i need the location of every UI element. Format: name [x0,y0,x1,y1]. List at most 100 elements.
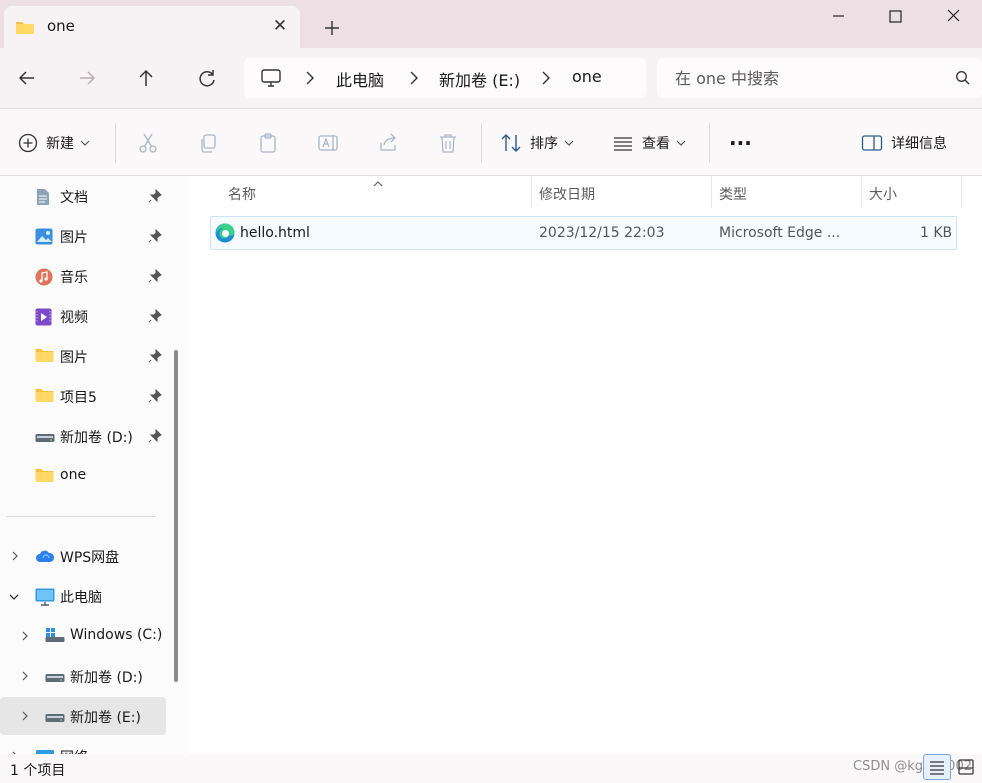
pin-icon[interactable] [148,228,162,247]
sort-icon [501,134,521,152]
nav-item-label: 此电脑 [60,590,102,606]
new-button[interactable]: 新建 [18,131,90,155]
maximize-button[interactable] [873,4,917,32]
column-divider[interactable] [861,176,862,208]
chevron-right-icon[interactable] [20,630,30,646]
nav-item-label: 新加卷 (D:) [60,430,133,446]
nav-item-network[interactable]: 网络 [0,737,166,754]
copy-icon[interactable] [196,131,220,155]
nav-item-drive-d-tree[interactable]: 新加卷 (D:) [0,657,166,695]
nav-item-windows-c[interactable]: Windows (C:) [0,617,166,655]
up-button[interactable] [131,64,161,92]
pin-icon[interactable] [148,308,162,327]
file-type: Microsoft Edge ... [719,225,841,241]
breadcrumb-this-pc[interactable]: 此电脑 [336,67,384,91]
nav-item-music[interactable]: 音乐 [0,257,166,295]
nav-item-label: Windows (C:) [70,627,163,643]
nav-item-label: 新加卷 (D:) [70,670,143,686]
chevron-right-icon[interactable] [20,670,30,686]
minimize-button[interactable] [816,4,860,32]
back-button[interactable] [12,64,42,92]
windows-drive-icon [45,627,65,647]
nav-item-drive-d[interactable]: 新加卷 (D:) [0,417,166,455]
cloud-icon [35,549,55,567]
computer-icon[interactable] [260,68,282,92]
column-header-size[interactable]: 大小 [869,184,897,204]
chevron-right-icon[interactable] [10,550,20,566]
folder-icon [15,19,35,39]
breadcrumb[interactable]: 此电脑 新加卷 (E:) one [244,58,646,98]
rename-icon[interactable] [316,131,340,155]
column-header-modified[interactable]: 修改日期 [539,184,595,204]
search-box[interactable] [657,58,982,98]
nav-item-pictures[interactable]: 图片 [0,217,166,255]
nav-item-label: one [60,467,87,483]
nav-scrollbar[interactable] [174,350,178,682]
tab-one[interactable]: one ✕ [4,6,300,48]
table-row[interactable]: hello.html 2023/12/15 22:03 Microsoft Ed… [210,216,957,250]
nav-item-drive-e[interactable]: 新加卷 (E:) [0,697,166,735]
pin-icon[interactable] [148,348,162,367]
column-header-name[interactable]: 名称 [228,184,256,204]
pin-icon[interactable] [148,188,162,207]
nav-item-videos[interactable]: 视频 [0,297,166,335]
details-pane-button[interactable]: 详细信息 [861,131,947,155]
close-tab-button[interactable]: ✕ [268,15,292,39]
item-count: 1 个项目 [10,763,66,779]
cut-icon[interactable] [136,131,160,155]
pin-icon[interactable] [148,388,162,407]
video-icon [35,308,52,330]
column-divider[interactable] [711,176,712,208]
command-bar: 新建 排序 查看 ··· 详细信息 [0,108,982,176]
more-options-button[interactable]: ··· [729,131,752,155]
drive-icon [35,431,55,447]
tab-title: one [47,17,75,35]
edge-icon [215,223,235,247]
view-button[interactable]: 查看 [612,131,686,155]
details-pane-icon [861,135,883,151]
nav-item-label: 音乐 [60,270,88,286]
nav-item-this-pc[interactable]: 此电脑 [0,577,166,615]
folder-icon [35,388,54,407]
nav-item-pictures-folder[interactable]: 图片 [0,337,166,375]
toolbar-divider [481,123,482,163]
pin-icon[interactable] [148,268,162,287]
toolbar-divider [115,123,116,163]
refresh-button[interactable] [192,64,222,92]
column-divider[interactable] [531,176,532,208]
forward-button[interactable] [72,64,102,92]
chevron-down-icon[interactable] [8,590,20,606]
column-divider[interactable] [961,176,962,208]
chevron-right-icon[interactable] [408,69,420,91]
tiles-view-button[interactable] [953,754,981,780]
computer-icon [35,588,55,610]
chevron-right-icon[interactable] [540,69,552,91]
chevron-down-icon [564,140,574,146]
new-tab-button[interactable] [316,14,348,42]
nav-item-label: 图片 [60,350,88,366]
breadcrumb-one[interactable]: one [572,67,602,86]
chevron-right-icon[interactable] [20,710,30,726]
sort-button[interactable]: 排序 [500,131,574,155]
close-window-button[interactable] [931,4,975,32]
nav-item-documents[interactable]: 文档 [0,177,166,215]
nav-item-project5[interactable]: 项目5 [0,377,166,415]
drive-icon [45,711,65,727]
search-icon[interactable] [955,70,971,90]
details-view-button[interactable] [923,754,951,780]
breadcrumb-drive-e[interactable]: 新加卷 (E:) [439,67,520,91]
file-modified: 2023/12/15 22:03 [539,225,665,241]
nav-item-label: 视频 [60,310,88,326]
drive-icon [45,671,65,687]
nav-item-one[interactable]: one [0,457,166,495]
search-input[interactable] [675,66,945,90]
share-icon[interactable] [376,131,400,155]
pictures-icon [35,228,53,249]
column-header-type[interactable]: 类型 [719,184,747,204]
nav-item-wps-cloud[interactable]: WPS网盘 [0,537,166,575]
chevron-right-icon[interactable] [304,69,316,91]
document-icon [35,188,51,210]
paste-icon[interactable] [256,131,280,155]
pin-icon[interactable] [148,428,162,447]
delete-icon[interactable] [436,131,460,155]
